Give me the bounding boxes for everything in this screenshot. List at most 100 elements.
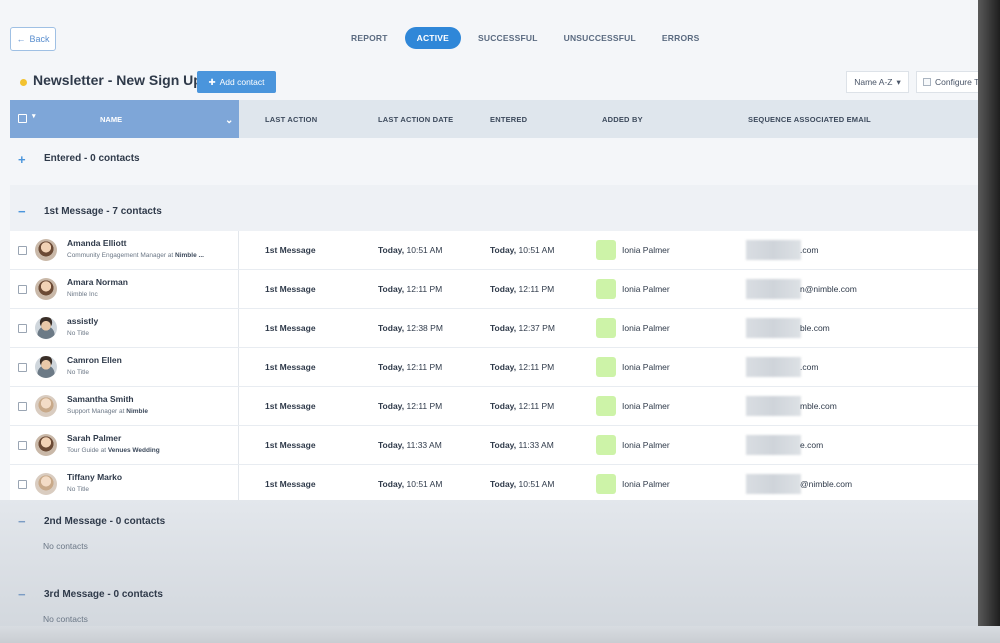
last-action-date: Today, 12:38 PM [378,323,443,333]
expand-icon[interactable]: + [18,152,26,167]
contact-name[interactable]: assistly [67,316,98,326]
back-button[interactable]: ← Back [10,27,56,51]
select-all-checkbox[interactable] [18,114,27,123]
empty-state: No contacts [43,541,88,551]
last-action-date: Today, 12:11 PM [378,284,443,294]
name-cell: Tiffany Marko No Title [10,465,239,503]
redacted-email [746,318,801,338]
app-window: ← Back REPORT ACTIVE SUCCESSFUL UNSUCCES… [0,0,978,626]
table-row[interactable]: Camron Ellen No Title 1st Message Today,… [10,348,978,387]
added-by: Ionia Palmer [622,284,670,294]
last-action: 1st Message [265,323,316,333]
tab-successful[interactable]: SUCCESSFUL [465,27,551,49]
page-title: Newsletter - New Sign Ups [33,72,210,88]
group-label[interactable]: Entered - 0 contacts [44,153,140,164]
table-row[interactable]: Sarah Palmer Tour Guide at Venues Weddin… [10,426,978,465]
sort-select[interactable]: Name A-Z ▾ [846,71,909,93]
sort-label: Name A-Z [854,77,893,87]
add-contact-label: Add contact [219,77,265,87]
tab-unsuccessful[interactable]: UNSUCCESSFUL [551,27,649,49]
row-checkbox[interactable] [18,324,27,333]
sequence-email: n@nimble.com [800,284,857,294]
row-checkbox[interactable] [18,285,27,294]
redacted-email [746,357,801,377]
last-action-date: Today, 11:33 AM [378,440,442,450]
last-action: 1st Message [265,362,316,372]
contact-title: Nimble Inc [67,291,98,298]
screen-edge [978,0,1000,643]
added-by-avatar [596,240,616,260]
tab-errors[interactable]: ERRORS [649,27,713,49]
sequence-email: e.com [800,440,824,450]
contact-name[interactable]: Amara Norman [67,277,128,287]
status-tabs: REPORT ACTIVE SUCCESSFUL UNSUCCESSFUL ER… [338,27,713,49]
top-bar: ← Back REPORT ACTIVE SUCCESSFUL UNSUCCES… [0,18,978,62]
table-row[interactable]: Tiffany Marko No Title 1st Message Today… [10,465,978,504]
column-sequence-email[interactable]: SEQUENCE ASSOCIATED EMAIL [748,115,871,124]
column-added-by[interactable]: ADDED BY [602,115,643,124]
name-cell: Amara Norman Nimble Inc [10,270,239,308]
group-2nd-message: − 2nd Message - 0 contacts No contacts [10,513,978,551]
entered-date: Today, 10:51 AM [490,245,555,255]
sequence-email: .com [800,245,819,255]
name-cell: Samantha Smith Support Manager at Nimble [10,387,239,425]
contact-name[interactable]: Samantha Smith [67,394,134,404]
group-3rd-message: − 3rd Message - 0 contacts No contacts [10,586,978,624]
tab-report[interactable]: REPORT [338,27,401,49]
added-by-avatar [596,357,616,377]
column-last-action[interactable]: LAST ACTION [265,115,317,124]
tab-active[interactable]: ACTIVE [404,27,461,49]
column-last-action-date[interactable]: LAST ACTION DATE [378,115,453,124]
arrow-left-icon: ← [16,34,26,44]
table-row[interactable]: assistly No Title 1st Message Today, 12:… [10,309,978,348]
table-row[interactable]: Amanda Elliott Community Engagement Mana… [10,231,978,270]
collapse-icon[interactable]: − [18,514,26,529]
group-label[interactable]: 1st Message - 7 contacts [44,206,162,217]
entered-date: Today, 12:11 PM [490,284,555,294]
configure-table-button[interactable]: Configure Ta [916,71,978,93]
sequence-email: @nimble.com [800,479,853,489]
checkbox-icon [923,78,931,86]
sequence-email: mble.com [800,401,837,411]
contact-name[interactable]: Tiffany Marko [67,472,122,482]
configure-label: Configure Ta [935,77,978,87]
row-checkbox[interactable] [18,246,27,255]
redacted-email [746,435,801,455]
contact-name[interactable]: Sarah Palmer [67,433,121,443]
group-label[interactable]: 2nd Message - 0 contacts [44,516,165,527]
added-by-avatar [596,474,616,494]
contact-name[interactable]: Camron Ellen [67,355,122,365]
redacted-email [746,279,801,299]
contact-name[interactable]: Amanda Elliott [67,238,127,248]
collapse-icon[interactable]: − [18,587,26,602]
row-checkbox[interactable] [18,402,27,411]
add-contact-button[interactable]: ✚ Add contact [197,71,276,93]
row-checkbox[interactable] [18,441,27,450]
empty-state: No contacts [43,614,88,624]
sequence-email: ble.com [800,323,830,333]
redacted-email [746,240,801,260]
redacted-email [746,474,801,494]
column-entered[interactable]: ENTERED [490,115,527,124]
caret-down-icon[interactable]: ▾ [32,112,36,120]
added-by-avatar [596,435,616,455]
table-row[interactable]: Samantha Smith Support Manager at Nimble… [10,387,978,426]
added-by-avatar [596,318,616,338]
row-checkbox[interactable] [18,363,27,372]
row-checkbox[interactable] [18,480,27,489]
entered-date: Today, 12:37 PM [490,323,555,333]
last-action: 1st Message [265,245,316,255]
lower-groups: − 2nd Message - 0 contacts No contacts −… [0,500,978,626]
name-column-header[interactable]: ▾ NAME ⌄ [10,100,239,138]
last-action: 1st Message [265,440,316,450]
collapse-icon[interactable]: − [18,204,26,219]
avatar [35,278,57,300]
last-action-date: Today, 10:51 AM [378,479,443,489]
table-row[interactable]: Amara Norman Nimble Inc 1st Message Toda… [10,270,978,309]
last-action-date: Today, 12:11 PM [378,401,443,411]
contact-title: No Title [67,486,90,493]
last-action-date: Today, 10:51 AM [378,245,443,255]
name-cell: Amanda Elliott Community Engagement Mana… [10,231,239,269]
group-label[interactable]: 3rd Message - 0 contacts [44,589,163,600]
chevron-down-icon[interactable]: ⌄ [225,115,233,126]
